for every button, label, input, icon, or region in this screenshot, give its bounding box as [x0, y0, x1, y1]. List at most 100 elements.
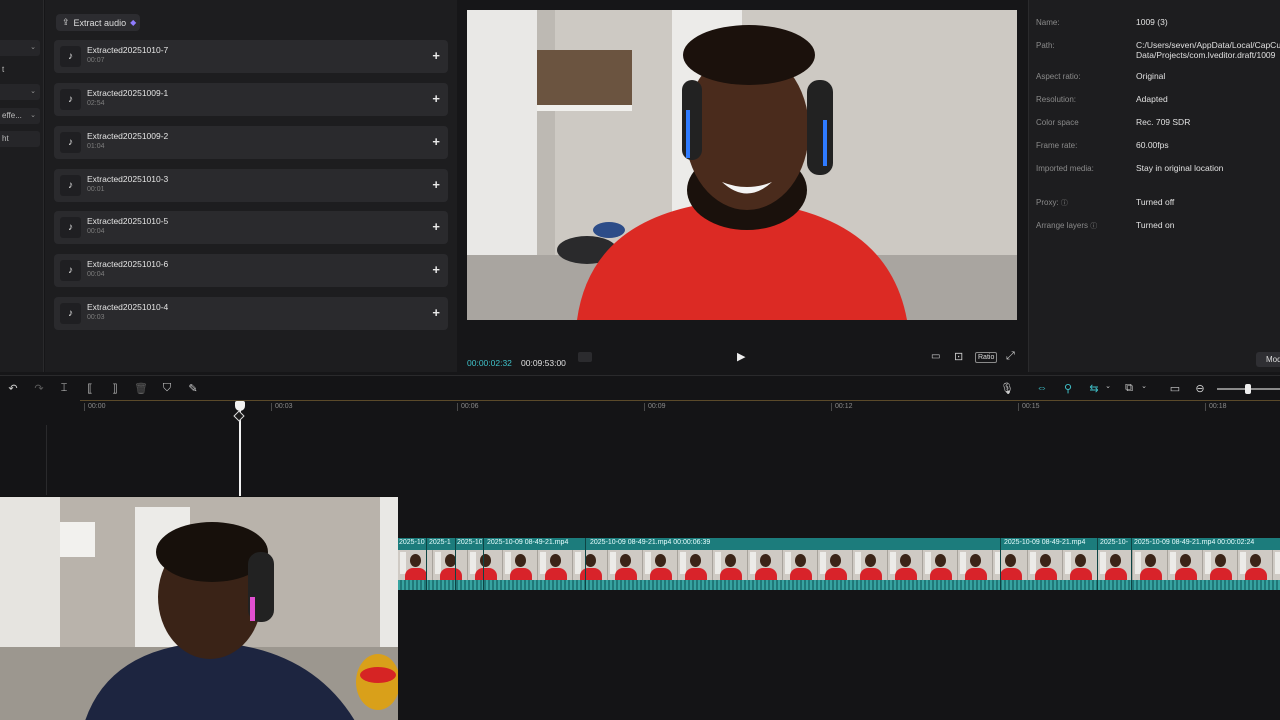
zoom-slider-handle[interactable] [1245, 384, 1251, 394]
thumb-head [865, 554, 876, 567]
filter-dropdown-effects[interactable]: effe... ⌄ [0, 108, 40, 124]
ruler-label: 00:15 [1018, 403, 1040, 411]
trim-right-icon[interactable]: ⟧ [108, 382, 122, 395]
clip-thumbnail [1203, 550, 1238, 580]
marker-icon[interactable]: ⛉ [160, 382, 174, 395]
filter-item-2[interactable]: t [0, 62, 40, 78]
detail-value-frame-rate: 60.00fps [1136, 140, 1169, 150]
magnet-icon[interactable]: ⚲ [1061, 382, 1075, 395]
info-icon[interactable]: ⓘ [1061, 200, 1068, 207]
media-item-name: Extracted20251010-6 [87, 259, 169, 269]
zoom-fit-icon[interactable]: ⊡ [954, 350, 963, 363]
thumb-shirt [580, 568, 602, 580]
add-icon[interactable]: + [432, 263, 440, 276]
thumb-door [1030, 552, 1036, 574]
thumb-shirt [860, 568, 882, 580]
detail-label-proxy: Proxy: ⓘ [1036, 198, 1068, 207]
detail-label-arrange-layers: Arrange layers ⓘ [1036, 221, 1098, 230]
clip-label[interactable]: 2025-10-09 08-49-21.mp4 [399, 539, 425, 546]
thumb-door [820, 552, 826, 574]
edit-icon[interactable]: ✎ [186, 382, 200, 395]
add-icon[interactable]: + [432, 49, 440, 62]
clip-thumbnail [1273, 550, 1280, 580]
thumb-shirt [965, 568, 987, 580]
timecode-menu-button[interactable] [578, 352, 592, 362]
clip-label[interactable]: 2025-10-09 08-49-21.mp4 [487, 539, 582, 546]
thumb-shirt [650, 568, 672, 580]
thumb-door [715, 552, 721, 574]
playhead-handle[interactable] [235, 401, 245, 411]
fullscreen-icon[interactable]: ⤢ [1006, 350, 1015, 363]
delete-icon[interactable]: 🗑 [134, 382, 148, 395]
filter-dropdown-3[interactable]: ⌄ [0, 84, 40, 100]
chevron-down-icon: ⌄ [30, 112, 36, 119]
thumb-shirt [615, 568, 637, 580]
add-icon[interactable]: + [432, 178, 440, 191]
clip-label[interactable]: 2025-1 [429, 539, 451, 546]
webcam-overlay [0, 496, 398, 720]
clip-separator [585, 538, 586, 590]
media-item[interactable]: ♪ Extracted20251010-5 00:04 + [54, 211, 448, 244]
clip-thumbnail [1133, 550, 1168, 580]
redo-icon[interactable]: ↷ [32, 382, 46, 395]
media-item[interactable]: ♪ Extracted20251009-2 01:04 + [54, 126, 448, 159]
media-item[interactable]: ♪ Extracted20251009-1 02:54 + [54, 83, 448, 116]
thumb-door [610, 552, 616, 574]
microphone-icon[interactable]: 🎙 [1000, 382, 1014, 395]
thumb-shirt [510, 568, 532, 580]
media-item-name: Extracted20251010-7 [87, 45, 169, 55]
modify-button[interactable]: Mod [1256, 352, 1280, 367]
ratio-button[interactable]: Ratio [975, 352, 998, 363]
detail-value-path: C:/Users/seven/AppData/Local/CapCut/User… [1136, 40, 1280, 60]
thumb-door [645, 552, 651, 574]
split-icon[interactable]: ⌶ [57, 382, 71, 395]
add-icon[interactable]: + [432, 135, 440, 148]
add-icon[interactable]: + [432, 220, 440, 233]
add-icon[interactable]: + [432, 92, 440, 105]
preview-axis-icon[interactable]: ⧉ [1122, 382, 1136, 395]
media-item[interactable]: ♪ Extracted20251010-3 00:01 + [54, 169, 448, 202]
tiktok-icon: ♪ [60, 89, 81, 110]
media-item-duration: 00:04 [87, 228, 105, 235]
clip-label[interactable]: 2025-10- [1100, 539, 1128, 546]
undo-icon[interactable]: ↶ [6, 382, 20, 395]
tiktok-icon: ♪ [60, 132, 81, 153]
thumb-door [540, 552, 546, 574]
extract-audio-button[interactable]: ⇪ Extract audio ◆ [56, 14, 140, 31]
thumb-head [1005, 554, 1016, 567]
audio-waveform [398, 580, 1280, 590]
thumb-shirt [1140, 568, 1162, 580]
clip-thumbnail [993, 550, 1028, 580]
info-icon[interactable]: ⓘ [1090, 223, 1097, 230]
clip-separator [483, 538, 484, 590]
linkage-icon[interactable]: ⇆ [1087, 382, 1101, 395]
trim-left-icon[interactable]: ⟦ [83, 382, 97, 395]
clip-label[interactable]: 2025-10-09 08-49-21.mp4 00:00:02:24 [1134, 539, 1254, 546]
thumb-door [960, 552, 966, 574]
thumb-shirt [475, 568, 497, 580]
clip-thumbnail [748, 550, 783, 580]
chevron-down-icon[interactable]: ⌄ [1137, 382, 1151, 390]
fit-timeline-icon[interactable]: ▭ [1168, 382, 1182, 395]
clip-label[interactable]: 2025-10-09 08-49-21.mp4 [457, 539, 482, 546]
chevron-down-icon[interactable]: ⌄ [1101, 382, 1115, 390]
clip-label[interactable]: 2025-10-09 08-49-21.mp4 [1004, 539, 1085, 546]
thumb-head [1180, 554, 1191, 567]
clip-thumbnails [398, 550, 1280, 580]
video-preview[interactable] [467, 10, 1017, 320]
filter-dropdown-1[interactable]: ⌄ [0, 40, 40, 56]
detail-label-aspect-ratio: Aspect ratio: [1036, 72, 1081, 81]
zoom-out-icon[interactable]: ⊖ [1193, 382, 1207, 395]
media-item[interactable]: ♪ Extracted20251010-4 00:03 + [54, 297, 448, 330]
media-item[interactable]: ♪ Extracted20251010-7 00:07 + [54, 40, 448, 73]
clip-label[interactable]: 2025-10-09 08-49-21.mp4 00:00:06:39 [590, 539, 710, 546]
thumb-shirt [755, 568, 777, 580]
filter-item-5[interactable]: ht [0, 131, 40, 147]
link-main-track-icon[interactable]: ⇔ [1035, 382, 1049, 394]
media-item-name: Extracted20251010-4 [87, 302, 169, 312]
thumb-head [1075, 554, 1086, 567]
media-item[interactable]: ♪ Extracted20251010-6 00:04 + [54, 254, 448, 287]
play-button[interactable]: ▶ [737, 350, 745, 363]
subtitle-toggle-icon[interactable]: ▭ [931, 351, 940, 362]
add-icon[interactable]: + [432, 306, 440, 319]
